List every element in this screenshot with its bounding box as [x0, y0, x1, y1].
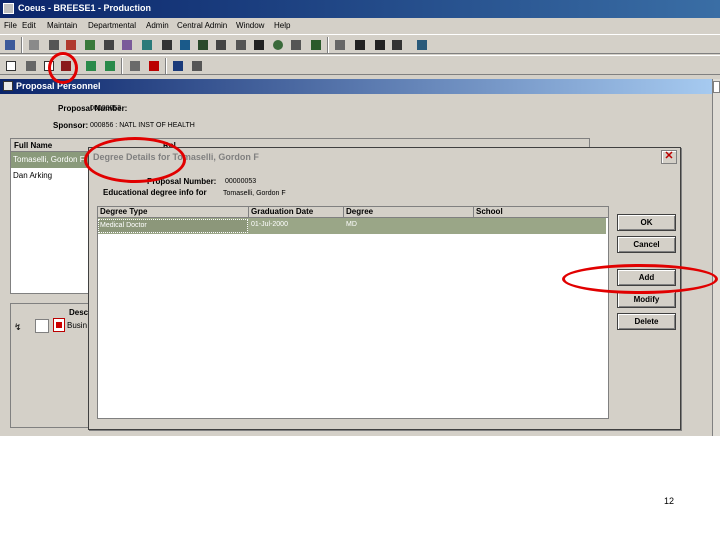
menu-help[interactable]: Help	[274, 21, 290, 30]
building-icon[interactable]	[289, 38, 303, 52]
dialog-proposal-number-value: 00000053	[225, 178, 257, 185]
document-checkbox[interactable]	[35, 319, 49, 333]
modify-button[interactable]: Modify	[617, 291, 676, 308]
exit-icon[interactable]	[190, 59, 204, 73]
sponsor-value: 000856 : NATL INST OF HEALTH	[90, 122, 195, 129]
degree-icon[interactable]	[59, 59, 73, 73]
menu-departmental[interactable]: Departmental	[88, 21, 136, 30]
toolbar-main	[0, 34, 720, 54]
disk-icon[interactable]	[171, 59, 185, 73]
page-number: 12	[664, 496, 675, 506]
pdf-icon[interactable]	[53, 318, 65, 332]
menu-edit[interactable]: Edit	[22, 21, 36, 30]
cancel-button[interactable]: Cancel	[617, 236, 676, 253]
menu-central-admin[interactable]: Central Admin	[177, 21, 227, 30]
document-icon[interactable]	[4, 59, 18, 73]
documents-header: Desc	[69, 308, 89, 317]
book-icon[interactable]	[196, 38, 210, 52]
graduation-date-cell[interactable]: 01-Jul-2000	[251, 221, 288, 228]
dialog-titlebar: Degree Details for Tomaselli, Gordon F ✕	[89, 148, 680, 166]
columns-icon[interactable]	[252, 38, 266, 52]
table-row[interactable]: Tomaselli, Gordon F	[11, 152, 91, 168]
up-arrow-icon[interactable]	[84, 59, 98, 73]
save-icon[interactable]	[3, 38, 17, 52]
network-icon[interactable]	[120, 38, 134, 52]
window-icon	[3, 81, 13, 91]
people-icon[interactable]	[160, 38, 174, 52]
window-icon[interactable]	[390, 38, 404, 52]
persons-group-icon[interactable]	[234, 38, 248, 52]
menu-bar: File Edit Maintain Departmental Admin Ce…	[0, 18, 720, 33]
table-row[interactable]: Dan Arking	[11, 168, 91, 184]
educational-degree-label: Educational degree info for	[103, 188, 207, 197]
app-icon	[3, 3, 14, 14]
full-name-header[interactable]: Full Name	[14, 141, 52, 150]
scrollbar[interactable]	[712, 79, 720, 436]
proposal-number-value: 00000053	[90, 105, 122, 112]
toolbar-secondary	[0, 55, 720, 75]
money-icon[interactable]	[140, 38, 154, 52]
degree-details-dialog: Degree Details for Tomaselli, Gordon F ✕…	[88, 147, 681, 430]
dialog-proposal-number-label: Proposal Number:	[147, 177, 217, 186]
persons-icon[interactable]	[178, 38, 192, 52]
list-icon[interactable]	[353, 38, 367, 52]
document-item[interactable]: Busin	[67, 321, 87, 330]
degree-type-header[interactable]: Degree Type	[98, 207, 249, 218]
school-header[interactable]: School	[474, 207, 606, 218]
pdf-icon[interactable]	[147, 59, 161, 73]
folder-icon[interactable]	[83, 38, 97, 52]
educational-degree-value: Tomaselli, Gordon F	[223, 190, 286, 197]
menu-admin[interactable]: Admin	[146, 21, 169, 30]
delete-button[interactable]: Delete	[617, 313, 676, 330]
proposal-personnel-titlebar: Proposal Personnel	[0, 79, 712, 94]
sort-icon[interactable]	[333, 38, 347, 52]
app-titlebar: Coeus - BREESE1 - Production	[0, 0, 720, 18]
dialog-title: Degree Details for Tomaselli, Gordon F	[93, 152, 259, 162]
close-icon[interactable]: ✕	[661, 150, 677, 164]
pencil-icon[interactable]	[24, 59, 38, 73]
cut-icon[interactable]	[27, 38, 41, 52]
menu-window[interactable]: Window	[236, 21, 264, 30]
down-arrow-icon[interactable]	[103, 59, 117, 73]
degree-type-cell[interactable]: Medical Doctor	[98, 219, 248, 233]
app-title: Coeus - BREESE1 - Production	[18, 3, 152, 13]
graduation-date-header[interactable]: Graduation Date	[249, 207, 344, 218]
print-icon[interactable]	[47, 38, 61, 52]
cascade-icon[interactable]	[415, 38, 429, 52]
grid-icon[interactable]	[102, 38, 116, 52]
people-pair-icon[interactable]	[214, 38, 228, 52]
table-row[interactable]: Medical Doctor 01-Jul-2000 MD	[98, 218, 606, 234]
ok-button[interactable]: OK	[617, 214, 676, 231]
proposal-personnel-title: Proposal Personnel	[16, 81, 101, 91]
menu-file[interactable]: File	[4, 21, 17, 30]
copy-icon[interactable]	[42, 59, 56, 73]
add-button[interactable]: Add	[617, 269, 676, 286]
degree-table: Degree Type Graduation Date Degree Schoo…	[97, 206, 609, 419]
table-header: Degree Type Graduation Date Degree Schoo…	[98, 207, 608, 218]
printer-icon[interactable]	[309, 38, 323, 52]
split-icon[interactable]	[373, 38, 387, 52]
degree-header[interactable]: Degree	[344, 207, 474, 218]
degree-cell[interactable]: MD	[346, 221, 357, 228]
sponsor-label: Sponsor:	[53, 121, 89, 130]
globe-icon[interactable]	[271, 38, 285, 52]
proposal-icon[interactable]	[64, 38, 78, 52]
report-icon[interactable]	[128, 59, 142, 73]
menu-maintain[interactable]: Maintain	[47, 21, 77, 30]
attachment-icon: ↯	[14, 322, 22, 332]
